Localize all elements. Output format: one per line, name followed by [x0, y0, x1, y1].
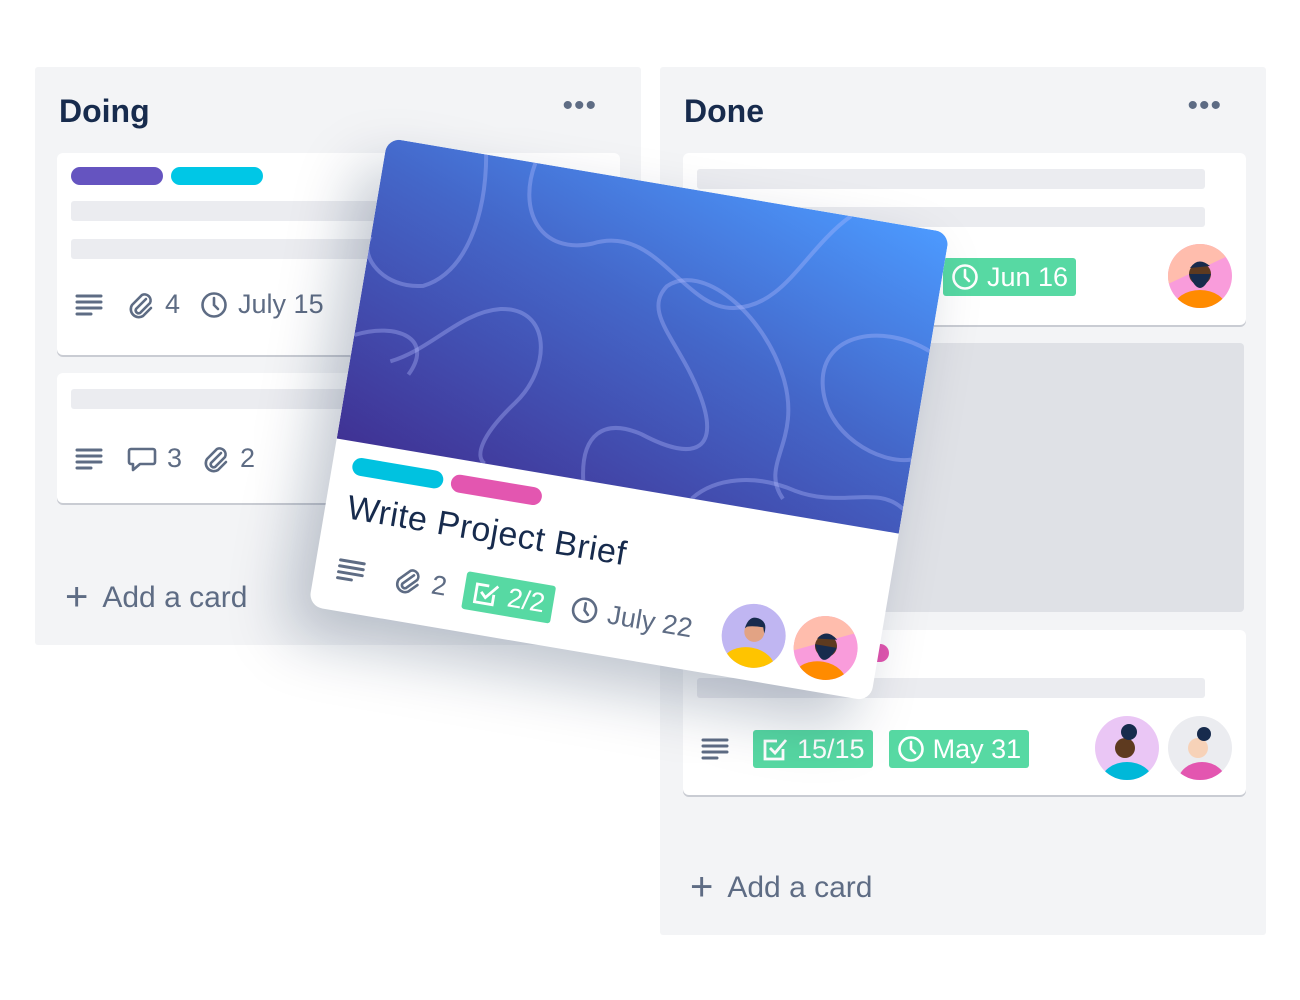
attachment-icon: [392, 564, 424, 596]
card-badges: 3 2: [75, 443, 255, 474]
description-icon: [335, 557, 367, 585]
attachment-count: 4: [165, 289, 181, 319]
add-card-label: Add a card: [727, 870, 873, 904]
list-title: Doing: [59, 93, 150, 129]
list-title: Done: [684, 93, 764, 129]
clock-icon: [897, 735, 925, 763]
dragged-card[interactable]: Write Project Brief 2 2/2 July 22: [308, 137, 950, 702]
attachment-count: 2: [240, 443, 256, 473]
clock-icon: [951, 263, 979, 291]
add-card-label: Add a card: [102, 580, 248, 614]
checklist-badge[interactable]: 2/2: [461, 571, 556, 624]
comment-icon: [127, 445, 157, 473]
list-menu-button[interactable]: •••: [1187, 91, 1222, 121]
label-cyan[interactable]: [171, 167, 263, 185]
text-placeholder: [697, 169, 1205, 189]
description-icon: [701, 737, 729, 761]
due-date-badge[interactable]: Jun 16: [943, 258, 1077, 296]
checklist-icon: [761, 735, 789, 763]
list-menu-button[interactable]: •••: [562, 91, 597, 121]
attachment-count: 2: [429, 569, 450, 602]
due-date: July 15: [238, 289, 324, 319]
avatar[interactable]: [717, 599, 791, 673]
label-purple[interactable]: [71, 167, 163, 185]
checklist-count: 2/2: [505, 581, 548, 618]
card-badges: Jun 16: [943, 258, 1077, 296]
avatar[interactable]: [789, 611, 863, 685]
due-date-badge[interactable]: May 31: [888, 730, 1030, 768]
avatar[interactable]: [1168, 244, 1232, 308]
comment-count: 3: [167, 443, 183, 473]
label-cyan[interactable]: [350, 456, 445, 490]
attachment-icon: [202, 445, 230, 473]
avatar[interactable]: [1168, 716, 1232, 780]
checklist-icon: [470, 577, 502, 609]
due-date: Jun 16: [987, 261, 1069, 292]
avatar[interactable]: [1095, 716, 1159, 780]
label-pink[interactable]: [449, 473, 544, 507]
due-date: May 31: [932, 733, 1022, 764]
description-icon: [75, 293, 103, 317]
description-icon: [75, 447, 103, 471]
add-card-button[interactable]: + Add a card: [690, 865, 872, 910]
checklist-count: 15/15: [797, 733, 865, 764]
due-date: July 22: [605, 598, 695, 643]
clock-icon: [200, 291, 228, 319]
attachment-icon: [127, 291, 155, 319]
add-card-button[interactable]: + Add a card: [65, 575, 247, 620]
plus-icon: +: [65, 575, 89, 619]
card-badges: 15/15 May 31: [701, 730, 1030, 768]
clock-icon: [568, 594, 600, 626]
card-badges: 4 July 15: [75, 289, 324, 320]
checklist-badge[interactable]: 15/15: [753, 730, 873, 768]
plus-icon: +: [690, 865, 714, 909]
